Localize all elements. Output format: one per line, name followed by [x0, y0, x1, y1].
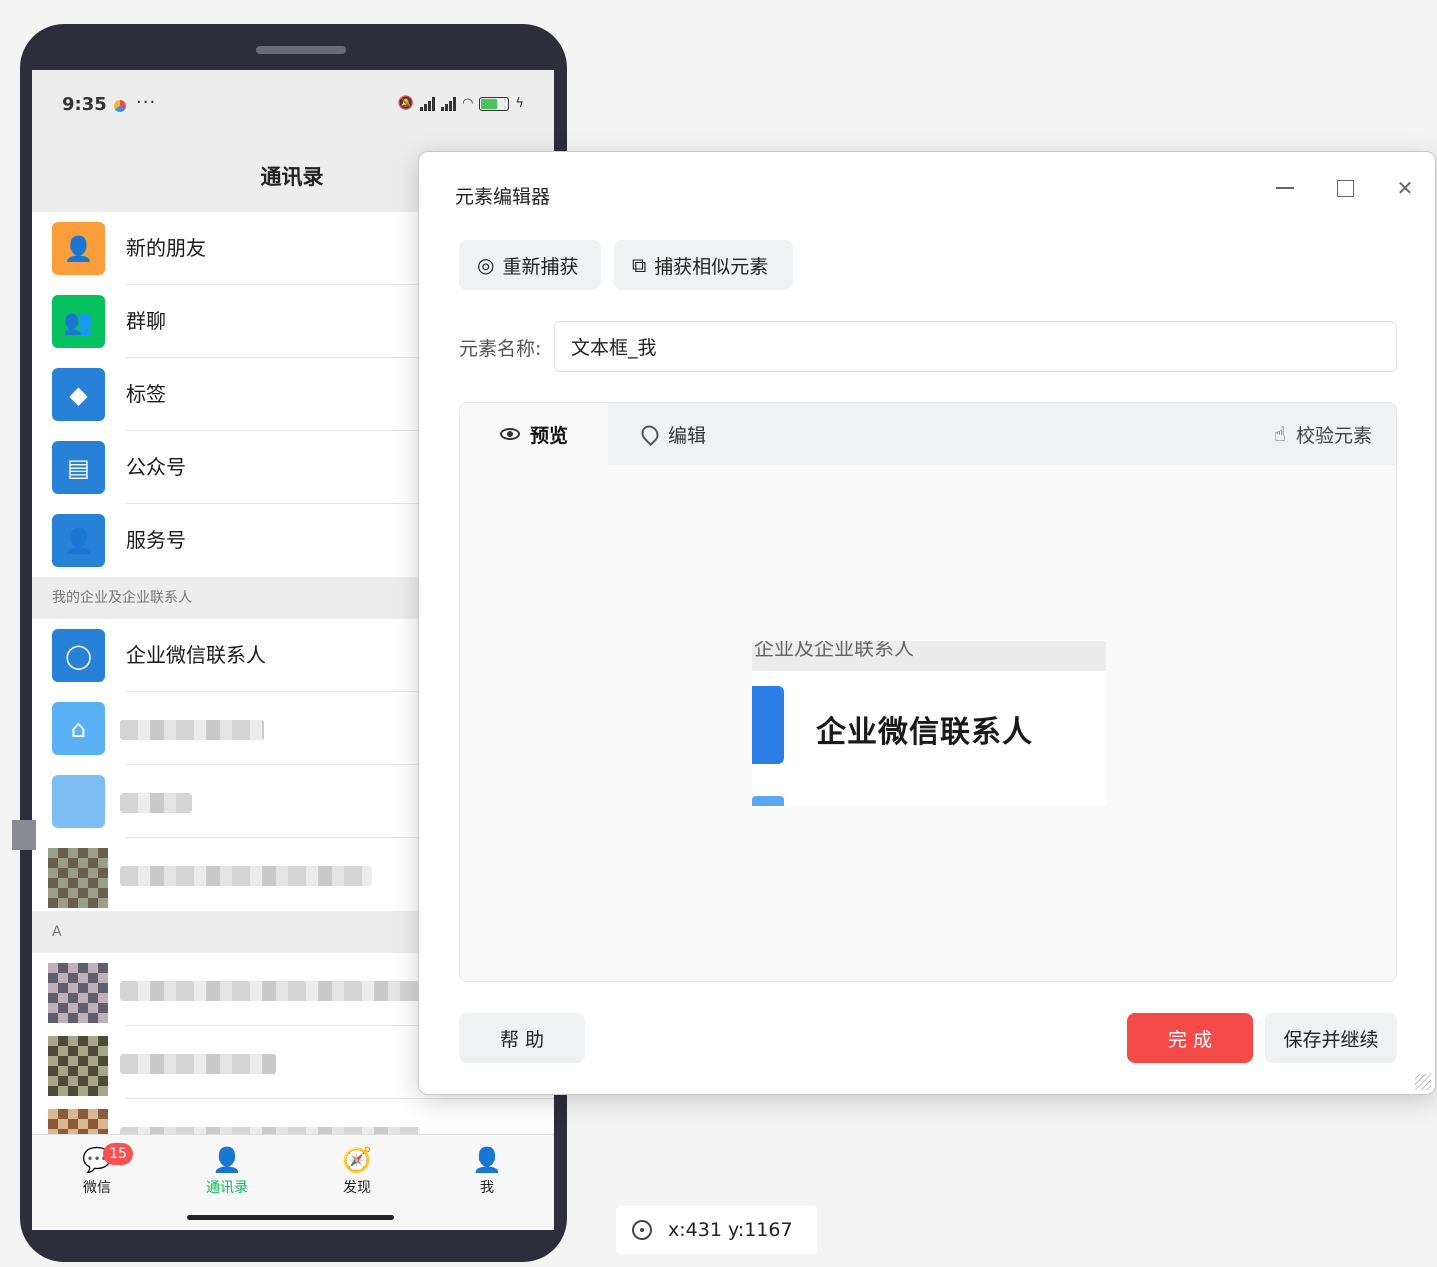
close-icon: ✕: [1396, 176, 1414, 200]
eye-icon: [499, 428, 520, 440]
maximize-icon: [1336, 179, 1354, 197]
help-button[interactable]: 帮 助: [459, 1013, 585, 1063]
app-notification-icon: [114, 100, 126, 112]
preview-panel: 预览 编辑 ☝ 校验元素 企业及企业联系人 企业微信联系人: [459, 402, 1397, 982]
window-edge-handle: [12, 820, 36, 850]
preview-text: 企业微信联系人: [816, 715, 1033, 750]
tab-label: 我: [480, 1180, 494, 1196]
minimize-button[interactable]: [1271, 174, 1299, 202]
list-item-label: 新的朋友: [126, 236, 206, 260]
tab-label: 通讯录: [206, 1180, 248, 1196]
list-item-label: 标签: [126, 382, 166, 406]
list-item-label: 群聊: [126, 309, 166, 333]
location-pin-icon: [637, 421, 663, 447]
tab-edit[interactable]: 编辑: [637, 403, 707, 465]
add-friend-icon: 👤: [52, 222, 105, 275]
person-icon: 👤: [472, 1146, 502, 1174]
home-icon: ⌂: [52, 702, 105, 755]
save-and-continue-button[interactable]: 保存并继续: [1265, 1013, 1397, 1063]
resize-grip-icon[interactable]: [1415, 1074, 1431, 1090]
tag-icon: ◆: [52, 368, 105, 421]
compass-icon: 🧭: [342, 1146, 372, 1174]
close-button[interactable]: ✕: [1391, 174, 1419, 202]
official-account-icon: ▤: [52, 441, 105, 494]
redacted-text: [120, 866, 372, 886]
maximize-button[interactable]: [1331, 174, 1359, 202]
tab-preview[interactable]: 预览: [460, 403, 608, 465]
list-item-label: 企业微信联系人: [126, 643, 266, 667]
element-editor-dialog: 元素编辑器 ✕ ◎ 重新捕获 ⧉ 捕获相似元素 元素名称: 预览 编辑: [418, 151, 1436, 1095]
signal-icon: [420, 96, 436, 111]
element-preview-image: 企业及企业联系人 企业微信联系人: [752, 641, 1106, 806]
tab-me[interactable]: 👤 我: [447, 1145, 527, 1197]
capture-similar-button[interactable]: ⧉ 捕获相似元素: [614, 240, 793, 290]
tab-preview-label: 预览: [529, 424, 568, 447]
status-bar: 9:35 ··· 🔕 ◠ ϟ: [32, 70, 554, 142]
redacted-avatar: [48, 963, 108, 1023]
element-name-input[interactable]: [554, 321, 1397, 372]
verify-element-button[interactable]: ☝ 校验元素: [1274, 403, 1372, 465]
capture-similar-label: 捕获相似元素: [654, 255, 769, 278]
unread-badge: 15: [103, 1143, 133, 1165]
coordinate-text: x:431 y:1167: [668, 1219, 793, 1241]
recapture-label: 重新捕获: [502, 255, 579, 278]
group-chat-icon: 👥: [52, 295, 105, 348]
panel-tabs: 预览 编辑 ☝ 校验元素: [460, 403, 1396, 465]
recapture-icon: ◎: [477, 253, 495, 277]
crosshair-icon: [632, 1220, 652, 1240]
wifi-icon: ◠: [462, 96, 474, 111]
tab-bar: 💬 15 微信 👤 通讯录 🧭 发现 👤 我: [32, 1134, 554, 1230]
preview-section-header: 企业及企业联系人: [752, 641, 1106, 671]
preview-contact-icon: [752, 686, 784, 764]
status-more-icon: ···: [136, 92, 157, 113]
minimize-icon: [1276, 187, 1294, 189]
redacted-text: [120, 981, 420, 1001]
recapture-button[interactable]: ◎ 重新捕获: [459, 240, 601, 290]
preview-next-icon: [752, 796, 784, 806]
mute-icon: 🔕: [397, 96, 415, 111]
signal-icon: [441, 96, 457, 111]
home-indicator: [187, 1215, 394, 1220]
tab-discover[interactable]: 🧭 发现: [317, 1145, 397, 1197]
verify-element-label: 校验元素: [1295, 424, 1372, 447]
redacted-avatar: [48, 1036, 108, 1096]
redacted-text: [120, 720, 264, 740]
status-icons: 🔕 ◠ ϟ: [398, 96, 524, 111]
coordinate-readout: x:431 y:1167: [616, 1206, 817, 1254]
tab-chats[interactable]: 💬 15 微信: [57, 1143, 137, 1197]
charging-icon: ϟ: [515, 96, 524, 111]
battery-icon: [479, 96, 510, 111]
capture-similar-icon: ⧉: [632, 253, 647, 277]
desktop: 9:35 ··· 🔕 ◠ ϟ 通讯录 👤 新的朋友 👥 群聊 ◆ 标签 ▤ 公众…: [0, 0, 1437, 1267]
redacted-avatar: [48, 848, 108, 908]
element-name-label: 元素名称:: [459, 338, 542, 360]
pointer-hand-icon: ☝: [1273, 422, 1286, 446]
list-item-label: 公众号: [126, 455, 186, 479]
wecom-contacts-icon: ◯: [52, 629, 105, 682]
tab-contacts[interactable]: 👤 通讯录: [187, 1145, 267, 1197]
tab-edit-label: 编辑: [668, 424, 707, 447]
done-button[interactable]: 完 成: [1127, 1013, 1253, 1063]
list-item-label: 服务号: [126, 528, 186, 552]
redacted-text: [120, 1054, 276, 1074]
dialog-title: 元素编辑器: [455, 186, 551, 208]
redacted-avatar: [52, 775, 105, 828]
tab-label: 微信: [83, 1180, 111, 1196]
redacted-text: [120, 793, 192, 813]
service-account-icon: 👤: [52, 514, 105, 567]
tab-label: 发现: [343, 1180, 371, 1196]
phone-speaker: [256, 46, 346, 54]
contacts-icon: 👤: [212, 1146, 242, 1174]
status-time: 9:35: [62, 94, 107, 115]
